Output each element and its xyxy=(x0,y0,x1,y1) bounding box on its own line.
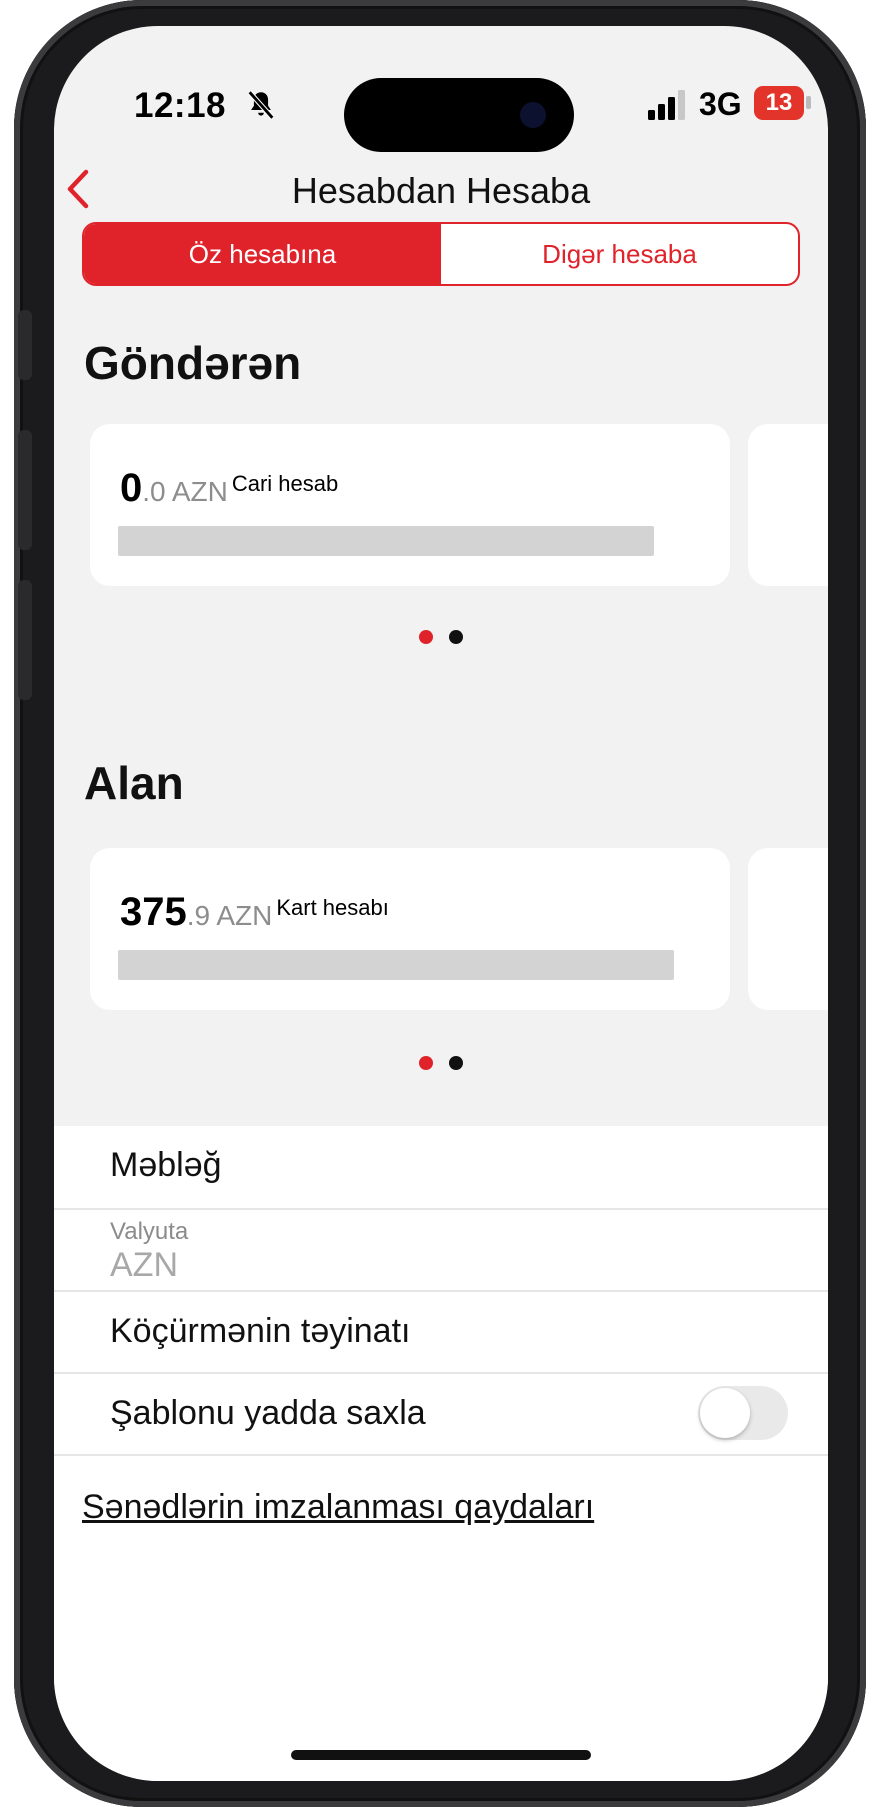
screen: 12:18 3G 13 Hesabdan Hesaba Öz hesabına … xyxy=(54,26,828,1781)
home-indicator[interactable] xyxy=(291,1750,591,1760)
sender-pager[interactable] xyxy=(54,630,828,649)
toggle-knob xyxy=(700,1388,750,1438)
receiver-account-card[interactable]: 375.9 AZN Kart hesabı xyxy=(90,848,730,1010)
receiver-balance: 375.9 AZN Kart hesabı xyxy=(120,890,389,935)
receiver-pager[interactable] xyxy=(54,1056,828,1075)
dynamic-island xyxy=(344,78,574,152)
segment-own-account[interactable]: Öz hesabına xyxy=(84,224,441,284)
receiver-account-type: Kart hesabı xyxy=(276,895,389,920)
receiver-balance-integer: 375 xyxy=(120,890,187,934)
receiver-balance-decimal: .9 AZN xyxy=(186,900,273,931)
signing-rules-link[interactable]: Sənədlərin imzalanması qaydaları xyxy=(82,1488,594,1527)
page-title: Hesabdan Hesaba xyxy=(291,170,591,211)
network-type: 3G xyxy=(699,86,742,122)
navigation-bar: Hesabdan Hesaba xyxy=(54,154,828,224)
transfer-type-segmented-control: Öz hesabına Digər hesaba xyxy=(82,222,800,286)
sender-account-type: Cari hesab xyxy=(231,471,339,496)
mute-switch xyxy=(18,310,32,380)
volume-down-button xyxy=(18,580,32,700)
purpose-placeholder: Köçürmənin təyinatı xyxy=(110,1312,411,1350)
sender-next-card-peek[interactable] xyxy=(748,424,828,586)
sender-balance-decimal: .0 AZN xyxy=(142,476,228,507)
pager-dot-active[interactable] xyxy=(419,630,433,644)
sender-account-card[interactable]: 0.0 AZN Cari hesab xyxy=(90,424,730,586)
transfer-form: Məbləğ Valyuta AZN Köçürmənin təyinatı Ş… xyxy=(54,1126,828,1781)
currency-label: Valyuta xyxy=(110,1218,189,1245)
pager-dot[interactable] xyxy=(449,1056,463,1070)
sender-balance-integer: 0 xyxy=(120,466,143,510)
amount-field[interactable]: Məbləğ xyxy=(54,1126,828,1210)
volume-up-button xyxy=(18,430,32,550)
currency-field[interactable]: Valyuta AZN xyxy=(54,1208,828,1292)
receiver-next-card-peek[interactable] xyxy=(748,848,828,1010)
receiver-account-number-masked xyxy=(118,950,674,980)
pager-dot-active[interactable] xyxy=(419,1056,433,1070)
sender-section-title: Göndərən xyxy=(84,337,302,389)
camera-icon xyxy=(520,102,546,128)
receiver-section-title: Alan xyxy=(84,757,184,809)
segment-other-account[interactable]: Digər hesaba xyxy=(441,224,798,284)
status-bar: 12:18 3G 13 xyxy=(54,26,828,152)
currency-value: AZN xyxy=(110,1246,178,1284)
battery-tip xyxy=(806,96,811,109)
phone-frame: 12:18 3G 13 Hesabdan Hesaba Öz hesabına … xyxy=(14,0,866,1807)
purpose-field[interactable]: Köçürmənin təyinatı xyxy=(54,1290,828,1374)
save-template-row: Şablonu yadda saxla xyxy=(54,1372,828,1456)
amount-placeholder: Məbləğ xyxy=(110,1146,222,1184)
battery-icon: 13 xyxy=(754,86,804,120)
save-template-label: Şablonu yadda saxla xyxy=(110,1394,426,1432)
sender-balance: 0.0 AZN Cari hesab xyxy=(120,466,338,511)
status-time: 12:18 xyxy=(134,86,227,125)
sender-account-number-masked xyxy=(118,526,654,556)
save-template-toggle[interactable] xyxy=(698,1386,788,1440)
signal-icon xyxy=(648,90,685,120)
pager-dot[interactable] xyxy=(449,630,463,644)
bell-slash-icon xyxy=(247,90,275,120)
